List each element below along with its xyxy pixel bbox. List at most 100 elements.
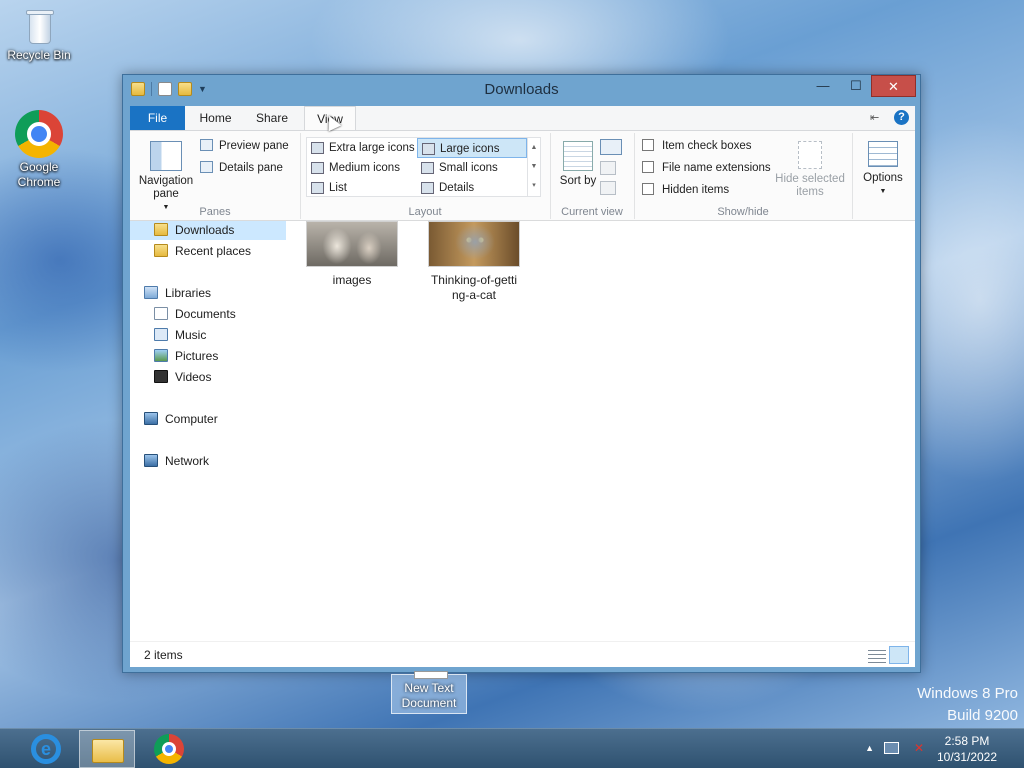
nav-item-music-label: Music [175, 328, 207, 342]
network-icon [144, 454, 158, 467]
details-pane-icon [200, 161, 213, 173]
navigation-pane: Downloads Recent places Libraries Docume… [130, 221, 290, 641]
hidden-items-toggle[interactable]: Hidden items [642, 183, 729, 196]
nav-item-documents[interactable]: Documents [154, 305, 236, 324]
desktop-icon-google-chrome[interactable]: Google Chrome [0, 110, 78, 190]
pictures-icon [154, 349, 168, 362]
libraries-icon [144, 286, 158, 299]
details-view-icon[interactable] [867, 646, 887, 664]
taskbar-internet-explorer[interactable]: e [19, 730, 75, 768]
nav-item-network[interactable]: Network [144, 452, 209, 471]
small-icons-icon [421, 162, 434, 174]
hide-selected-items-label: Hide selected items [775, 173, 845, 198]
nav-item-computer[interactable]: Computer [144, 410, 218, 429]
file-name-extensions-toggle[interactable]: File name extensions [642, 161, 771, 174]
network-status-icon[interactable] [884, 742, 899, 754]
options-icon [868, 141, 898, 167]
navigation-pane-icon [150, 141, 182, 171]
computer-icon [144, 412, 158, 425]
ribbon-tabs: File Home Share View ⇤ ? [130, 106, 915, 130]
large-icons-icon [422, 143, 435, 155]
tab-home[interactable]: Home [188, 106, 243, 130]
options-button[interactable]: Options ▼ [858, 141, 908, 198]
file-list: images Thinking-of-getti ng-a-cat [290, 221, 915, 641]
add-columns-icon [600, 161, 616, 175]
taskbar-google-chrome[interactable] [142, 730, 198, 768]
nav-item-recent-places[interactable]: Recent places [154, 242, 251, 261]
layout-medium-icons[interactable]: Medium icons [307, 158, 417, 178]
tab-file[interactable]: File [130, 106, 185, 130]
details-pane-button[interactable]: Details pane [200, 161, 283, 174]
minimize-button[interactable]: — [811, 75, 835, 97]
layout-small-icons[interactable]: Small icons [417, 158, 527, 178]
large-icons-view-icon[interactable] [889, 646, 909, 664]
explorer-window: ▼ Downloads — ☐ ✕ File Home Share View ⇤… [122, 74, 921, 673]
file-item-cat-label-line2: ng-a-cat [451, 288, 497, 302]
layout-gallery-scroll[interactable]: ▲ ▼ ▾ [527, 138, 540, 196]
close-button[interactable]: ✕ [871, 75, 916, 97]
panes-group-label: Panes [199, 206, 231, 218]
nav-item-pictures[interactable]: Pictures [154, 347, 218, 366]
size-columns-icon [600, 181, 616, 195]
layout-list[interactable]: List [307, 178, 417, 198]
windows-watermark: Windows 8 Pro Build 9200 [917, 683, 1018, 727]
file-item-cat-label-line1: Thinking-of-getti [430, 273, 518, 287]
nav-item-music[interactable]: Music [154, 326, 206, 345]
clock-time: 2:58 PM [944, 734, 990, 748]
chrome-icon [15, 110, 63, 158]
documents-icon [154, 307, 168, 320]
navigation-pane-button[interactable]: Navigation pane ▼ [136, 141, 196, 214]
file-item-images[interactable]: images [300, 221, 404, 288]
taskbar: e ▲ ✕ 2:58 PM 10/31/2022 [0, 728, 1024, 768]
preview-pane-label: Preview pane [219, 140, 289, 152]
music-icon [154, 328, 168, 341]
clock-date: 10/31/2022 [936, 750, 998, 764]
layout-large-icons[interactable]: Large icons [417, 138, 527, 158]
item-check-boxes-toggle[interactable]: Item check boxes [642, 139, 751, 152]
extra-large-icons-icon [311, 142, 324, 154]
preview-pane-icon [200, 139, 213, 151]
preview-pane-button[interactable]: Preview pane [200, 139, 289, 152]
nav-item-network-label: Network [165, 454, 210, 468]
sort-by-button[interactable]: Sort by [558, 141, 598, 188]
taskbar-file-explorer[interactable] [79, 730, 135, 768]
hide-selected-items-icon [798, 141, 822, 169]
desktop-icon-recycle-bin[interactable]: Recycle Bin [0, 6, 78, 63]
sort-by-label: Sort by [559, 175, 597, 187]
show-hidden-icons-chevron-up-icon[interactable]: ▲ [865, 743, 874, 753]
title-bar[interactable]: ▼ Downloads — ☐ ✕ [123, 75, 920, 105]
nav-item-downloads[interactable]: Downloads [130, 221, 286, 240]
nav-item-libraries[interactable]: Libraries [144, 284, 211, 303]
maximize-button[interactable]: ☐ [844, 75, 868, 97]
window-title: Downloads [484, 81, 559, 98]
layout-small-icons-label: Small icons [439, 162, 498, 174]
file-name-extensions-checkbox[interactable] [642, 161, 654, 173]
layout-extra-large-icons[interactable]: Extra large icons [307, 138, 417, 158]
dragged-file-new-text-document[interactable]: New Text Document [391, 671, 467, 714]
nav-item-videos[interactable]: Videos [154, 368, 211, 387]
layout-group-label: Layout [408, 206, 442, 218]
pin-ribbon-icon[interactable]: ⇤ [870, 112, 886, 124]
group-by-icon[interactable] [600, 139, 622, 155]
navigation-pane-label: Navigation pane [138, 175, 194, 200]
clock[interactable]: 2:58 PM 10/31/2022 [932, 733, 1002, 765]
item-count: 2 items [144, 648, 183, 662]
layout-details[interactable]: Details [417, 178, 527, 198]
nav-item-computer-label: Computer [165, 412, 218, 426]
current-view-group-label: Current view [561, 206, 623, 218]
hidden-items-checkbox[interactable] [642, 183, 654, 195]
dragged-file-label: New Text Document [401, 681, 457, 710]
recent-places-icon [154, 244, 168, 257]
file-name-extensions-label: File name extensions [662, 162, 771, 174]
item-check-boxes-checkbox[interactable] [642, 139, 654, 151]
volume-muted-icon[interactable]: ✕ [909, 742, 924, 754]
help-icon[interactable]: ? [894, 110, 909, 125]
ribbon-view: Navigation pane ▼ Preview pane Details p… [130, 130, 915, 221]
group-separator [852, 133, 853, 219]
nav-item-pictures-label: Pictures [175, 349, 219, 363]
medium-icons-icon [311, 162, 324, 174]
images-thumbnail [306, 221, 398, 267]
tab-share[interactable]: Share [246, 106, 298, 130]
layout-extra-large-icons-label: Extra large icons [329, 142, 415, 154]
file-item-thinking-of-getting-a-cat[interactable]: Thinking-of-getti ng-a-cat [422, 221, 526, 303]
